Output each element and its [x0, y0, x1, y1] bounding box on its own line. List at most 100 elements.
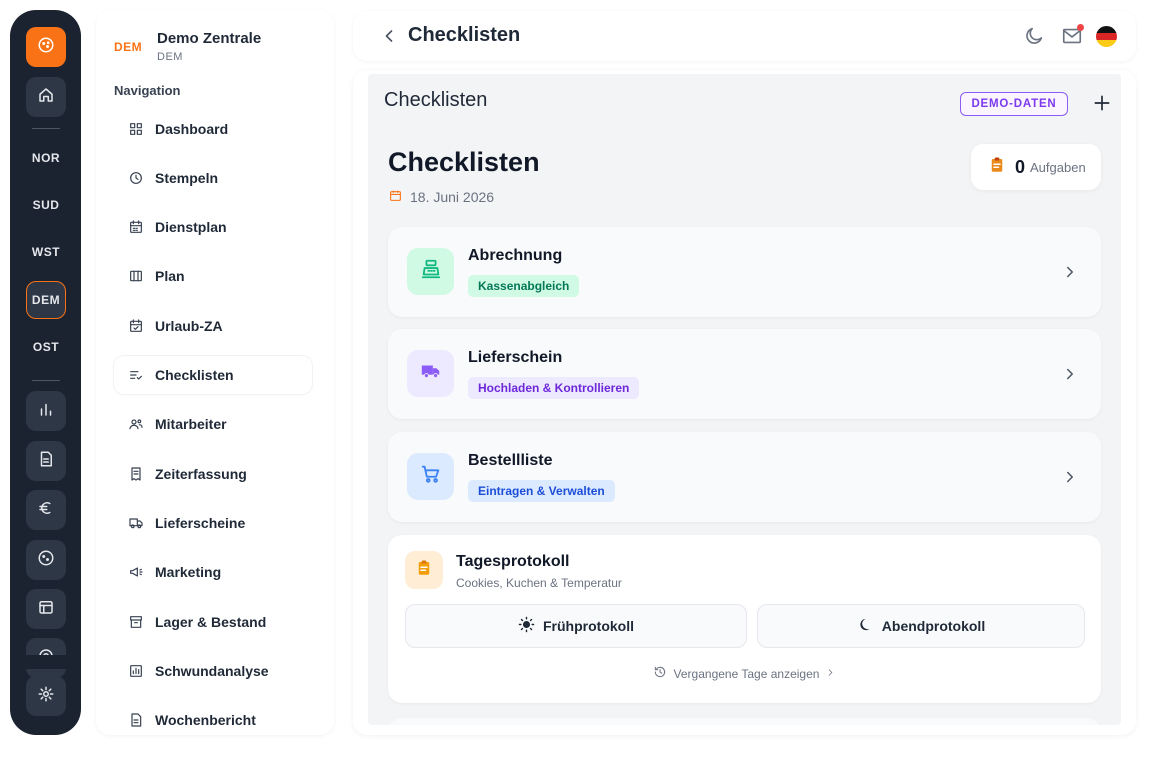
demo-data-badge: DEMO-DATEN [960, 92, 1068, 116]
calendar-button[interactable] [26, 589, 66, 629]
notifications-button[interactable] [1061, 24, 1084, 47]
logo-button[interactable] [26, 27, 66, 67]
card-title: Lieferschein [468, 349, 563, 366]
chevron-right-icon [1061, 365, 1079, 383]
org-code: DEM [114, 40, 143, 54]
date-row: 18. Juni 2026 [389, 189, 494, 205]
grid-icon [127, 120, 145, 138]
cookie-icon [37, 36, 55, 59]
finance-button[interactable] [26, 490, 66, 530]
history-icon [653, 665, 667, 682]
cookie-icon [37, 549, 55, 572]
sidebar-item-plan[interactable]: Plan [114, 257, 312, 295]
sidebar-item-stempeln[interactable]: Stempeln [114, 159, 312, 197]
app-rail: NOR SUD WST DEM OST [10, 10, 81, 735]
calendar-grid-icon [127, 218, 145, 236]
past-days-link[interactable]: Vergangene Tage anzeigen [388, 665, 1101, 682]
sidebar-item-label: Dashboard [155, 121, 229, 137]
chevron-right-icon [825, 667, 836, 681]
rail-divider [32, 380, 60, 381]
home-icon [37, 86, 55, 109]
checklist-card-lieferschein[interactable]: Lieferschein Hochladen & Kontrollieren [388, 329, 1101, 419]
sidebar-item-lager-bestand[interactable]: Lager & Bestand [114, 603, 312, 641]
sidebar-item-label: Marketing [155, 564, 222, 580]
clipboard-icon [415, 559, 433, 582]
clipboard-icon [988, 156, 1015, 179]
cart-icon [420, 463, 442, 490]
sidebar-item-label: Dienstplan [155, 219, 227, 235]
analytics-button[interactable] [26, 391, 66, 431]
checklist-card-abrechnung[interactable]: Abrechnung Kassenabgleich [388, 227, 1101, 317]
page-title: Checklisten [408, 24, 521, 46]
mail-icon [1061, 28, 1083, 51]
location-ost[interactable]: OST [26, 328, 66, 366]
theme-toggle-button[interactable] [1023, 25, 1045, 47]
nav-heading: Navigation [114, 83, 181, 98]
morning-protocol-button[interactable]: Frühprotokoll [405, 604, 747, 648]
card-icon-box [407, 453, 454, 500]
sidebar-item-label: Checklisten [155, 367, 234, 383]
rail-scroll-fade [10, 655, 81, 669]
sidebar-item-label: Zeiterfassung [155, 466, 247, 482]
truck-icon [420, 360, 442, 387]
sun-icon [518, 616, 543, 636]
chevron-right-icon [1061, 263, 1079, 281]
card-title: Abrechnung [468, 247, 563, 264]
calendar-icon [389, 189, 410, 205]
card-icon-box [407, 248, 454, 295]
sidebar-item-urlaub-za[interactable]: Urlaub-ZA [114, 307, 312, 345]
settings-button[interactable] [26, 676, 66, 716]
home-button[interactable] [26, 77, 66, 117]
past-days-label: Vergangene Tage anzeigen [673, 666, 820, 681]
main-panel: Checklisten DEMO-DATEN Checklisten 18. J… [353, 70, 1136, 735]
sidebar-item-dienstplan[interactable]: Dienstplan [114, 208, 312, 246]
language-flag-de[interactable] [1096, 26, 1117, 47]
clock-icon [127, 169, 145, 187]
protocol-icon-box [405, 551, 443, 589]
sidebar-item-zeiterfassung[interactable]: Zeiterfassung [114, 455, 312, 493]
location-sud[interactable]: SUD [26, 186, 66, 224]
back-button[interactable] [379, 26, 399, 46]
org-name: Demo Zentrale [157, 30, 262, 47]
reports-button[interactable] [26, 441, 66, 481]
bar-chart-icon [127, 662, 145, 680]
truck-icon [127, 514, 145, 532]
plus-icon [1092, 95, 1112, 117]
sidebar-item-label: Plan [155, 268, 185, 284]
calendar-icon [37, 598, 55, 621]
sidebar-item-wochenbericht[interactable]: Wochenbericht [114, 701, 312, 739]
columns-icon [127, 267, 145, 285]
chevron-left-icon [379, 30, 399, 50]
document-icon [37, 450, 55, 473]
list-check-icon [127, 366, 145, 384]
location-wst[interactable]: WST [26, 233, 66, 271]
sidebar-item-marketing[interactable]: Marketing [114, 553, 312, 591]
next-card-partial [388, 718, 1101, 725]
sidebar-item-label: Schwundanalyse [155, 663, 269, 679]
card-tag: Kassenabgleich [468, 275, 580, 297]
protocol-subtitle: Cookies, Kuchen & Temperatur [456, 576, 622, 590]
location-nor[interactable]: NOR [26, 139, 66, 177]
checklist-card-bestellliste[interactable]: Bestellliste Eintragen & Verwalten [388, 432, 1101, 522]
sidebar-item-schwundanalyse[interactable]: Schwundanalyse [114, 652, 312, 690]
card-tag: Eintragen & Verwalten [468, 480, 615, 502]
sidebar-item-label: Lager & Bestand [155, 614, 267, 630]
add-button[interactable] [1092, 93, 1112, 113]
tasks-count: 0 [1015, 156, 1026, 177]
bar-chart-icon [37, 400, 55, 423]
sidebar-item-dashboard[interactable]: Dashboard [114, 110, 312, 148]
sidebar-item-mitarbeiter[interactable]: Mitarbeiter [114, 405, 312, 443]
megaphone-icon [127, 563, 145, 581]
cookie-button[interactable] [26, 540, 66, 580]
sidebar-item-checklisten[interactable]: Checklisten [114, 356, 312, 394]
document-icon [127, 711, 145, 729]
moon-icon [1023, 27, 1045, 51]
archive-icon [127, 613, 145, 631]
location-dem[interactable]: DEM [26, 281, 66, 319]
evening-protocol-button[interactable]: Abendprotokoll [757, 604, 1085, 648]
sidebar: DEM Demo Zentrale DEM Navigation Dashboa… [96, 10, 334, 735]
sidebar-item-lieferscheine[interactable]: Lieferscheine [114, 504, 312, 542]
notification-dot [1077, 24, 1084, 31]
sidebar-item-label: Wochenbericht [155, 712, 256, 728]
protocol-title: Tagesprotokoll [456, 553, 570, 570]
